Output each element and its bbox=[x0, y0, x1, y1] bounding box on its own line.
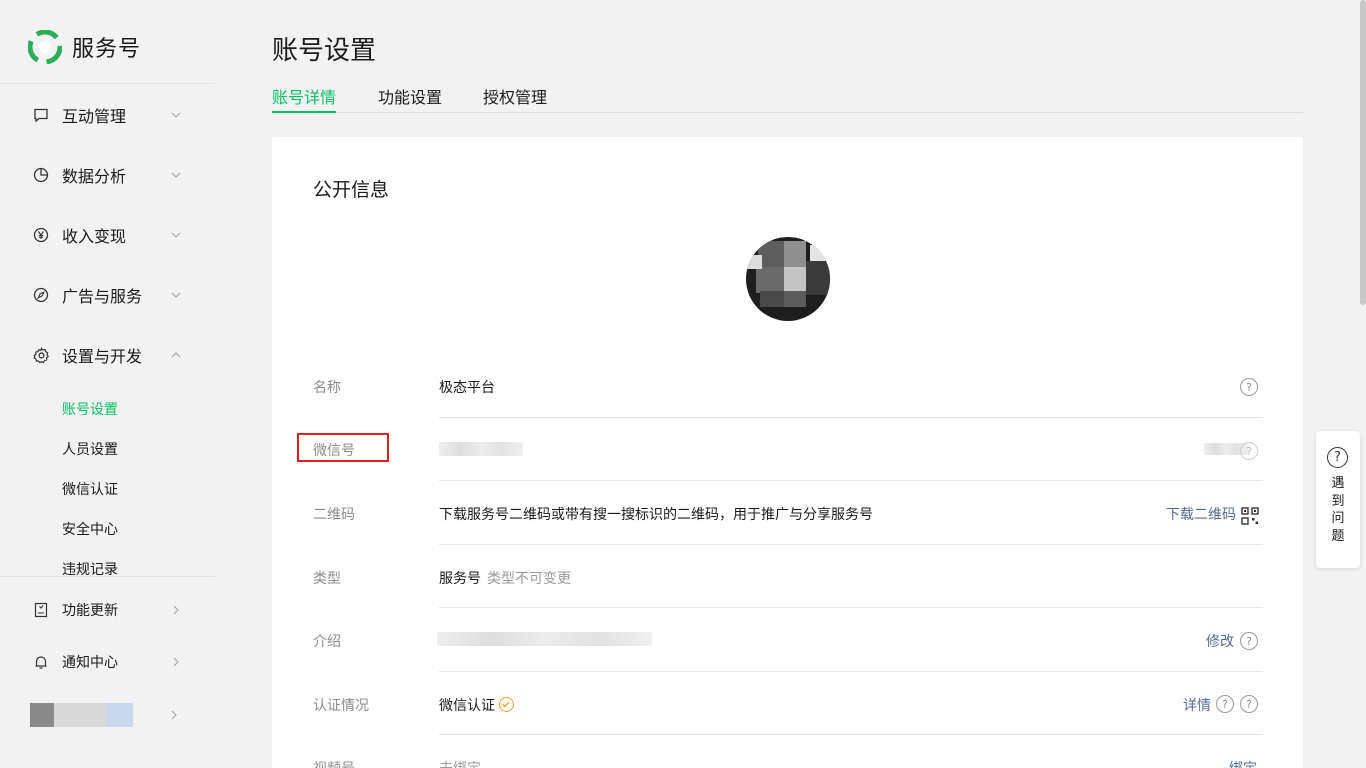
qrcode-description: 下载服务号二维码或带有搜一搜标识的二维码，用于推广与分享服务号 bbox=[439, 507, 873, 523]
scrollbar[interactable] bbox=[1360, 0, 1366, 305]
sidebar-item-analytics[interactable]: 数据分析 bbox=[32, 163, 192, 187]
channels-label: 视频号 bbox=[313, 758, 355, 768]
help-float-label: 遇到问题 bbox=[1331, 476, 1345, 544]
wechat-service-logo-icon bbox=[28, 30, 62, 64]
chevron-right-icon bbox=[173, 605, 179, 615]
sidebar-item-label: 通知中心 bbox=[62, 655, 118, 671]
row-divider bbox=[439, 480, 1263, 481]
sidebar-item-notifications[interactable]: 通知中心 bbox=[32, 650, 192, 674]
brand-name: 服务号 bbox=[72, 37, 142, 62]
account-switcher[interactable] bbox=[30, 703, 190, 727]
document-icon bbox=[32, 601, 50, 619]
row-divider bbox=[439, 734, 1263, 735]
gear-icon bbox=[32, 346, 50, 364]
sidebar-subitem-account-settings[interactable]: 账号设置 bbox=[62, 399, 118, 419]
bind-channels-link[interactable]: 绑定 bbox=[1229, 758, 1257, 768]
sidebar-subitem-wechat-verification[interactable]: 微信认证 bbox=[62, 479, 118, 499]
row-divider bbox=[439, 544, 1263, 545]
edit-intro-link[interactable]: 修改 bbox=[1206, 631, 1234, 651]
help-icon[interactable]: ? bbox=[1216, 695, 1234, 713]
row-divider bbox=[439, 417, 1263, 418]
chevron-down-icon bbox=[171, 232, 181, 238]
account-name-redacted bbox=[54, 703, 106, 727]
type-label: 类型 bbox=[313, 571, 341, 587]
bell-icon bbox=[32, 653, 50, 671]
help-icon[interactable]: ? bbox=[1240, 378, 1258, 396]
type-note: 类型不可变更 bbox=[487, 571, 571, 587]
public-info-card: 公开信息 名称 极态平台 ? 微信号 ? 二维码 下载服务号二维码或带有搜一搜标… bbox=[272, 137, 1303, 768]
card-title: 公开信息 bbox=[313, 179, 390, 201]
sidebar-item-feature-updates[interactable]: 功能更新 bbox=[32, 598, 192, 622]
name-value: 极态平台 bbox=[439, 380, 495, 396]
help-icon[interactable]: ? bbox=[1240, 632, 1258, 650]
sidebar-item-label: 设置与开发 bbox=[62, 347, 143, 366]
sidebar-divider bbox=[0, 576, 215, 577]
channels-value: 未绑定 bbox=[439, 758, 481, 768]
chevron-right-icon bbox=[171, 710, 177, 720]
pie-chart-icon bbox=[32, 166, 50, 184]
qrcode-icon[interactable] bbox=[1241, 507, 1259, 525]
verification-value: 微信认证 bbox=[439, 695, 514, 715]
help-icon[interactable]: ? bbox=[1240, 695, 1258, 713]
sidebar-item-interaction[interactable]: 互动管理 bbox=[32, 103, 192, 127]
avatar bbox=[30, 703, 54, 727]
verified-check-icon bbox=[499, 697, 514, 712]
wechat-id-label: 微信号 bbox=[313, 443, 355, 459]
sidebar-item-label: 广告与服务 bbox=[62, 287, 143, 306]
question-circle-icon: ? bbox=[1327, 447, 1348, 468]
qrcode-label: 二维码 bbox=[313, 507, 355, 523]
sidebar-subitem-security-center[interactable]: 安全中心 bbox=[62, 519, 118, 539]
row-divider bbox=[439, 607, 1263, 608]
tab-feature-settings[interactable]: 功能设置 bbox=[378, 84, 442, 113]
tab-authorization[interactable]: 授权管理 bbox=[483, 84, 547, 113]
sidebar-item-label: 互动管理 bbox=[62, 107, 127, 126]
chat-bubble-icon bbox=[32, 106, 50, 124]
sidebar-subitem-staff-settings[interactable]: 人员设置 bbox=[62, 439, 118, 459]
chevron-down-icon bbox=[171, 292, 181, 298]
wechat-id-value-redacted bbox=[439, 442, 523, 456]
account-tag-redacted bbox=[106, 703, 133, 727]
sidebar-divider bbox=[0, 83, 215, 84]
compass-icon bbox=[32, 286, 50, 304]
sidebar-item-ads[interactable]: 广告与服务 bbox=[32, 283, 192, 307]
yen-circle-icon bbox=[32, 226, 50, 244]
verification-details-link[interactable]: 详情 bbox=[1183, 695, 1211, 715]
row-divider bbox=[439, 671, 1263, 672]
sidebar: 服务号 互动管理 数据分析 收入变现 广告与服务 设置与开发 账号设置 人员设置… bbox=[0, 0, 215, 768]
sidebar-item-label: 功能更新 bbox=[62, 603, 118, 619]
sidebar-item-settings[interactable]: 设置与开发 bbox=[32, 343, 192, 367]
type-name: 服务号 bbox=[439, 571, 481, 587]
chevron-down-icon bbox=[171, 172, 181, 178]
tab-bar: 账号详情 功能设置 授权管理 bbox=[272, 84, 1303, 113]
intro-label: 介绍 bbox=[313, 634, 341, 650]
help-icon[interactable]: ? bbox=[1240, 442, 1258, 460]
help-float-button[interactable]: ? 遇到问题 bbox=[1316, 431, 1360, 568]
page-title: 账号设置 bbox=[272, 36, 377, 66]
verification-label: 认证情况 bbox=[313, 698, 369, 714]
download-qrcode-link[interactable]: 下载二维码 bbox=[1166, 504, 1236, 524]
type-value: 服务号 类型不可变更 bbox=[439, 568, 571, 588]
chevron-up-icon bbox=[171, 352, 181, 358]
intro-value-redacted bbox=[437, 632, 652, 646]
chevron-down-icon bbox=[171, 112, 181, 118]
verification-status: 微信认证 bbox=[439, 698, 495, 714]
account-avatar[interactable] bbox=[746, 237, 830, 321]
tab-account-details[interactable]: 账号详情 bbox=[272, 84, 337, 113]
chevron-right-icon bbox=[173, 657, 179, 667]
sidebar-item-monetization[interactable]: 收入变现 bbox=[32, 223, 192, 247]
sidebar-item-label: 收入变现 bbox=[62, 227, 127, 246]
brand[interactable]: 服务号 bbox=[28, 30, 141, 64]
name-label: 名称 bbox=[313, 380, 341, 396]
sidebar-item-label: 数据分析 bbox=[62, 167, 127, 186]
